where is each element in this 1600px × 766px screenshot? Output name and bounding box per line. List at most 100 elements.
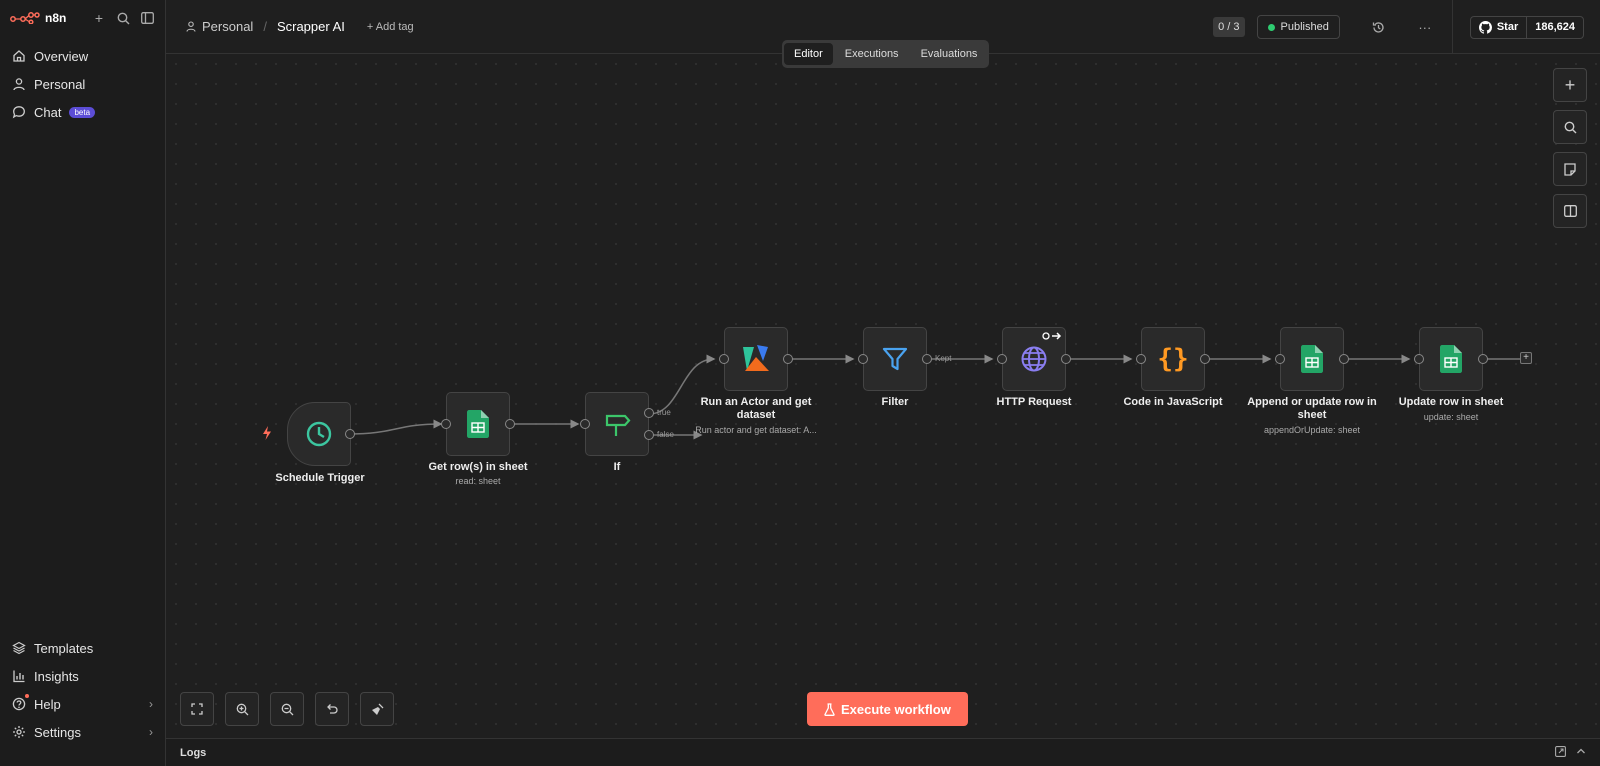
node-http-request[interactable] <box>1002 327 1066 391</box>
add-tag-button[interactable]: + Add tag <box>367 21 414 33</box>
execute-workflow-button[interactable]: Execute workflow <box>807 692 968 726</box>
zoom-out-button[interactable] <box>270 692 304 726</box>
loop-arrow-icon <box>1042 332 1062 340</box>
chevron-right-icon: › <box>149 725 153 739</box>
output-port[interactable] <box>922 354 932 364</box>
node-subtitle: update: sheet <box>1423 412 1479 422</box>
fit-view-button[interactable] <box>180 692 214 726</box>
node-run-actor[interactable] <box>724 327 788 391</box>
layers-icon <box>12 641 26 655</box>
canvas-right-toolbar: + <box>1553 68 1587 228</box>
toggle-panel-button[interactable] <box>1553 194 1587 228</box>
search-nodes-button[interactable] <box>1553 110 1587 144</box>
node-subtitle: read: sheet <box>455 476 501 486</box>
collapse-sidebar-icon[interactable] <box>139 10 155 26</box>
tab-evaluations[interactable]: Evaluations <box>911 43 988 65</box>
node-label: Run an Actor and get dataset <box>700 396 812 421</box>
pop-out-icon[interactable] <box>1555 745 1566 760</box>
sidebar-item-label: Overview <box>34 48 89 64</box>
plus-icon[interactable]: + <box>91 10 107 26</box>
google-sheets-icon <box>1440 345 1462 373</box>
input-port[interactable] <box>719 354 729 364</box>
output-port[interactable] <box>505 419 515 429</box>
output-port[interactable] <box>1061 354 1071 364</box>
search-icon[interactable] <box>115 10 131 26</box>
output-port[interactable] <box>1478 354 1488 364</box>
github-star-button[interactable]: Star 186,624 <box>1469 15 1584 39</box>
node-if[interactable] <box>585 392 649 456</box>
tab-editor[interactable]: Editor <box>784 43 833 65</box>
search-icon <box>1564 121 1576 133</box>
workflow-name[interactable]: Scrapper AI <box>277 19 345 34</box>
edge-label-false: false <box>657 430 674 439</box>
node-filter[interactable] <box>863 327 927 391</box>
input-port[interactable] <box>858 354 868 364</box>
tidy-up-button[interactable] <box>360 692 394 726</box>
input-port[interactable] <box>441 419 451 429</box>
more-options-icon[interactable]: ··· <box>1412 14 1438 40</box>
chevron-up-icon[interactable] <box>1576 746 1586 760</box>
sidebar-item-help[interactable]: Help › <box>0 690 165 718</box>
sidebar: n8n + Overview Personal Chat beta Templa… <box>0 0 166 766</box>
canvas-zoom-toolbar <box>180 692 394 726</box>
sidebar-item-templates[interactable]: Templates <box>0 634 165 662</box>
app-name: n8n <box>45 11 67 25</box>
node-get-rows[interactable] <box>446 392 510 456</box>
input-port[interactable] <box>1136 354 1146 364</box>
sidebar-item-label: Insights <box>34 668 79 684</box>
input-port[interactable] <box>580 419 590 429</box>
output-port[interactable] <box>783 354 793 364</box>
sidebar-item-personal[interactable]: Personal <box>0 70 165 98</box>
input-port[interactable] <box>1414 354 1424 364</box>
sidebar-item-label: Help <box>34 696 61 712</box>
tab-executions[interactable]: Executions <box>835 43 909 65</box>
user-icon <box>186 21 196 32</box>
output-port-false[interactable] <box>644 430 654 440</box>
add-node-button[interactable]: + <box>1553 68 1587 102</box>
node-label: If <box>613 461 621 473</box>
zoom-in-button[interactable] <box>225 692 259 726</box>
reset-zoom-button[interactable] <box>315 692 349 726</box>
node-schedule-trigger[interactable] <box>287 402 351 466</box>
node-label: Append or update row in sheet <box>1247 396 1377 421</box>
node-label: Filter <box>881 396 909 408</box>
github-star[interactable]: Star <box>1471 16 1528 38</box>
sidebar-item-overview[interactable]: Overview <box>0 42 165 70</box>
filter-icon <box>882 347 908 371</box>
clock-icon <box>306 421 332 447</box>
sidebar-item-settings[interactable]: Settings › <box>0 718 165 746</box>
project-link[interactable]: Personal <box>202 19 253 34</box>
github-star-count: 186,624 <box>1535 20 1575 33</box>
sidebar-item-chat[interactable]: Chat beta <box>0 98 165 126</box>
gear-icon <box>13 726 25 738</box>
node-append-update-row[interactable] <box>1280 327 1344 391</box>
plus-icon: + <box>1564 74 1576 95</box>
workflow-canvas[interactable]: Schedule Trigger Get row(s) in sheet rea… <box>166 54 1600 738</box>
zoom-in-icon <box>236 703 248 715</box>
header-divider <box>1452 0 1453 54</box>
node-label: Get row(s) in sheet <box>428 461 528 473</box>
header-actions: 0 / 3 Published ··· Star 186,624 <box>1213 14 1584 40</box>
workflow-counter: 0 / 3 <box>1213 17 1245 37</box>
history-icon[interactable] <box>1366 14 1392 40</box>
apify-icon <box>743 345 769 371</box>
node-code-javascript[interactable]: {} <box>1141 327 1205 391</box>
sticky-note-button[interactable] <box>1553 152 1587 186</box>
output-port[interactable] <box>1339 354 1349 364</box>
output-port-true[interactable] <box>644 408 654 418</box>
app-logo[interactable]: n8n <box>10 11 66 25</box>
node-subtitle: appendOrUpdate: sheet <box>1263 425 1361 435</box>
sidebar-item-insights[interactable]: Insights <box>0 662 165 690</box>
node-update-row[interactable] <box>1419 327 1483 391</box>
logs-panel-bar[interactable]: Logs <box>166 738 1600 766</box>
input-port[interactable] <box>997 354 1007 364</box>
sidebar-item-label: Chat <box>34 104 62 120</box>
input-port[interactable] <box>1275 354 1285 364</box>
publish-status-button[interactable]: Published <box>1256 15 1340 39</box>
output-port[interactable] <box>1200 354 1210 364</box>
sidebar-top: n8n + <box>0 0 165 36</box>
google-sheets-icon <box>467 410 489 438</box>
output-port[interactable] <box>345 429 355 439</box>
add-node-plus-icon[interactable]: + <box>1520 352 1532 364</box>
edge-label-kept: Kept <box>935 354 952 363</box>
